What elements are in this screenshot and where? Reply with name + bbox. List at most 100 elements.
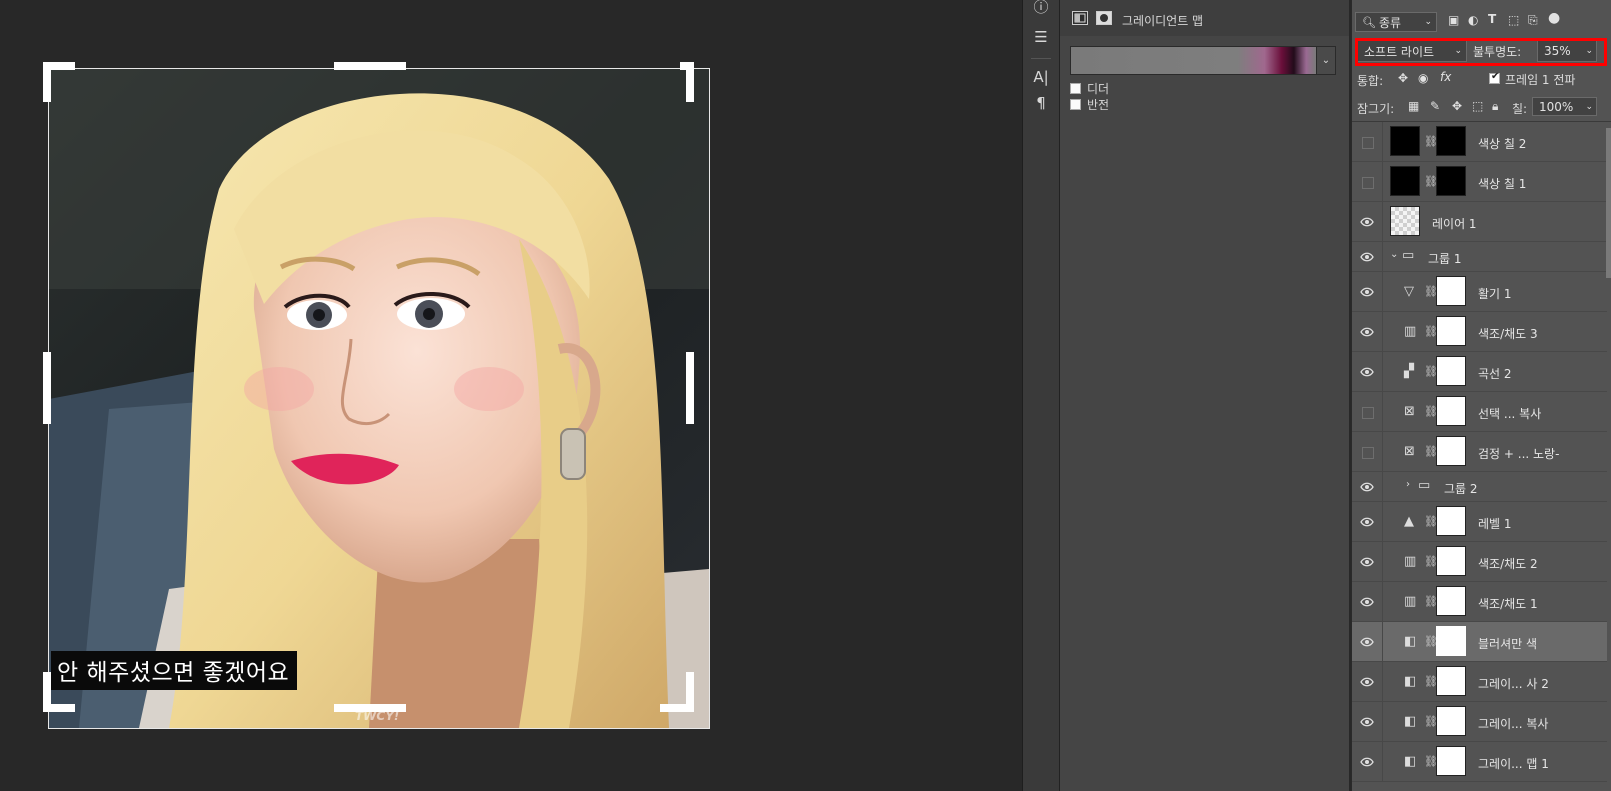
layer-row[interactable]: ⛓ 색상 칠 1 xyxy=(1352,162,1607,202)
unify-position-icon[interactable]: ✥ xyxy=(1398,71,1408,85)
layer-row[interactable]: ⊠ ⛓ 검정 + ... 노랑- xyxy=(1352,432,1607,472)
lock-transparent-icon[interactable]: ▦ xyxy=(1408,99,1419,113)
layer-row[interactable]: ◧ ⛓ 그레이... 복사 xyxy=(1352,702,1607,742)
row-divider xyxy=(1382,352,1383,392)
dither-option[interactable]: 디더 xyxy=(1070,80,1109,97)
layer-row[interactable]: ◧ ⛓ 블러셔만 색 xyxy=(1352,622,1607,662)
layer-mask-icon[interactable] xyxy=(1096,11,1112,25)
layer-row[interactable]: ⛓ 색상 칠 2 xyxy=(1352,122,1607,162)
layer-row[interactable]: ◧ ⛓ 그레이... 맵 1 xyxy=(1352,742,1607,782)
eye-icon[interactable] xyxy=(1360,637,1374,647)
propagate-label: 프레임 1 전파 xyxy=(1505,73,1576,87)
mask-thumbnail[interactable] xyxy=(1436,396,1466,426)
mask-thumbnail[interactable] xyxy=(1436,586,1466,616)
eye-icon[interactable] xyxy=(1360,252,1374,262)
paragraph-panel-icon[interactable]: ¶ xyxy=(1029,92,1053,114)
fill-thumbnail[interactable] xyxy=(1390,126,1420,156)
filter-adjustment-icon[interactable]: ◐ xyxy=(1468,13,1478,27)
document-canvas[interactable]: 안 해주셨으면 좋겠어요 TWCY! xyxy=(0,0,1022,791)
eye-icon[interactable] xyxy=(1360,557,1374,567)
filter-pixel-icon[interactable]: ▣ xyxy=(1448,13,1459,27)
lock-artboard-icon[interactable]: ⬚ xyxy=(1472,99,1483,113)
layer-thumbnail[interactable] xyxy=(1390,206,1420,236)
info-icon[interactable]: ⓘ xyxy=(1029,0,1053,18)
eye-icon[interactable] xyxy=(1360,757,1374,767)
mask-thumbnail[interactable] xyxy=(1436,546,1466,576)
visibility-toggle[interactable] xyxy=(1362,177,1374,189)
handle-top-left-h[interactable] xyxy=(43,62,75,70)
layer-filter-kind-select[interactable]: 🔍︎ 종류 ⌄ xyxy=(1355,12,1437,32)
mask-thumbnail[interactable] xyxy=(1436,626,1466,656)
mask-thumbnail[interactable] xyxy=(1436,436,1466,466)
eye-icon[interactable] xyxy=(1360,597,1374,607)
layer-row[interactable]: ▥ ⛓ 색조/채도 3 xyxy=(1352,312,1607,352)
lock-all-icon[interactable]: 🔒︎ xyxy=(1492,99,1498,114)
filter-toggle-icon[interactable]: ● xyxy=(1548,10,1560,26)
eye-icon[interactable] xyxy=(1360,517,1374,527)
mask-thumbnail[interactable] xyxy=(1436,166,1466,196)
mask-thumbnail[interactable] xyxy=(1436,666,1466,696)
unify-visibility-icon[interactable]: ◉ xyxy=(1418,71,1428,85)
layer-row[interactable]: ⌄ ▭ 그룹 1 xyxy=(1352,242,1607,272)
handle-bottom-left-h[interactable] xyxy=(43,704,75,712)
reverse-option[interactable]: 반전 xyxy=(1070,96,1109,113)
layer-row[interactable]: ▽ ⛓ 활기 1 xyxy=(1352,272,1607,312)
character-panel-icon[interactable]: A| xyxy=(1029,66,1053,88)
layers-scrollbar[interactable] xyxy=(1606,128,1611,278)
chevron-right-icon[interactable]: › xyxy=(1406,479,1410,490)
handle-top-center[interactable] xyxy=(334,62,406,70)
eye-icon[interactable] xyxy=(1360,677,1374,687)
selective-adjustment-icon: ⊠ xyxy=(1404,444,1415,459)
layer-name: 검정 + ... 노랑- xyxy=(1478,447,1560,461)
mask-thumbnail[interactable] xyxy=(1436,276,1466,306)
fill-thumbnail[interactable] xyxy=(1390,166,1420,196)
chevron-down-icon[interactable]: ⌄ xyxy=(1390,249,1398,260)
clone-source-icon[interactable]: ☰ xyxy=(1029,26,1053,48)
layer-row[interactable]: ▥ ⛓ 색조/채도 1 xyxy=(1352,582,1607,622)
eye-icon[interactable] xyxy=(1360,482,1374,492)
layer-row[interactable]: ▞ ⛓ 곡선 2 xyxy=(1352,352,1607,392)
layer-name: 색조/채도 2 xyxy=(1478,557,1538,571)
gradient-preview[interactable] xyxy=(1070,46,1317,75)
layer-row[interactable]: ▥ ⛓ 색조/채도 2 xyxy=(1352,542,1607,582)
visibility-toggle[interactable] xyxy=(1362,407,1374,419)
eye-icon[interactable] xyxy=(1360,217,1374,227)
fill-input[interactable]: 100% ⌄ xyxy=(1532,97,1597,116)
properties-panel: 그레이디언트 맵 ⌄ 디더 반전 xyxy=(1059,0,1349,791)
filter-smart-object-icon[interactable]: ⎘ xyxy=(1528,13,1538,28)
adjustment-layer-icon[interactable] xyxy=(1072,11,1088,25)
gradient-dropdown-button[interactable]: ⌄ xyxy=(1316,46,1336,75)
handle-bottom-center[interactable] xyxy=(334,704,406,712)
handle-bottom-right[interactable] xyxy=(686,672,694,712)
eye-icon[interactable] xyxy=(1360,717,1374,727)
lock-position-icon[interactable]: ✥ xyxy=(1452,99,1462,113)
layer-name: 그레이... 복사 xyxy=(1478,717,1549,731)
layer-row[interactable]: ◧ ⛓ 그레이... 사 2 xyxy=(1352,662,1607,702)
reverse-checkbox[interactable] xyxy=(1070,99,1081,110)
dither-checkbox[interactable] xyxy=(1070,83,1081,94)
handle-top-right[interactable] xyxy=(686,62,694,102)
canvas-image[interactable]: 안 해주셨으면 좋겠어요 TWCY! xyxy=(48,68,710,729)
handle-middle-right[interactable] xyxy=(686,352,694,424)
filter-type-icon[interactable]: T xyxy=(1488,12,1496,26)
mask-thumbnail[interactable] xyxy=(1436,506,1466,536)
layer-row[interactable]: ▲ ⛓ 레벨 1 xyxy=(1352,502,1607,542)
mask-thumbnail[interactable] xyxy=(1436,706,1466,736)
mask-thumbnail[interactable] xyxy=(1436,126,1466,156)
layer-row[interactable]: 레이어 1 xyxy=(1352,202,1607,242)
layer-row[interactable]: ⊠ ⛓ 선택 ... 복사 xyxy=(1352,392,1607,432)
eye-icon[interactable] xyxy=(1360,287,1374,297)
propagate-checkbox[interactable]: ✔ xyxy=(1489,71,1500,84)
eye-icon[interactable] xyxy=(1360,367,1374,377)
filter-shape-icon[interactable]: ⬚ xyxy=(1508,13,1519,27)
layer-row[interactable]: › ▭ 그룹 2 xyxy=(1352,472,1607,502)
eye-icon[interactable] xyxy=(1360,327,1374,337)
visibility-toggle[interactable] xyxy=(1362,137,1374,149)
handle-middle-left[interactable] xyxy=(43,352,51,424)
mask-thumbnail[interactable] xyxy=(1436,356,1466,386)
mask-thumbnail[interactable] xyxy=(1436,316,1466,346)
lock-paint-icon[interactable]: ✎ xyxy=(1430,99,1440,113)
mask-thumbnail[interactable] xyxy=(1436,746,1466,776)
unify-style-icon[interactable]: fx xyxy=(1440,70,1451,84)
visibility-toggle[interactable] xyxy=(1362,447,1374,459)
